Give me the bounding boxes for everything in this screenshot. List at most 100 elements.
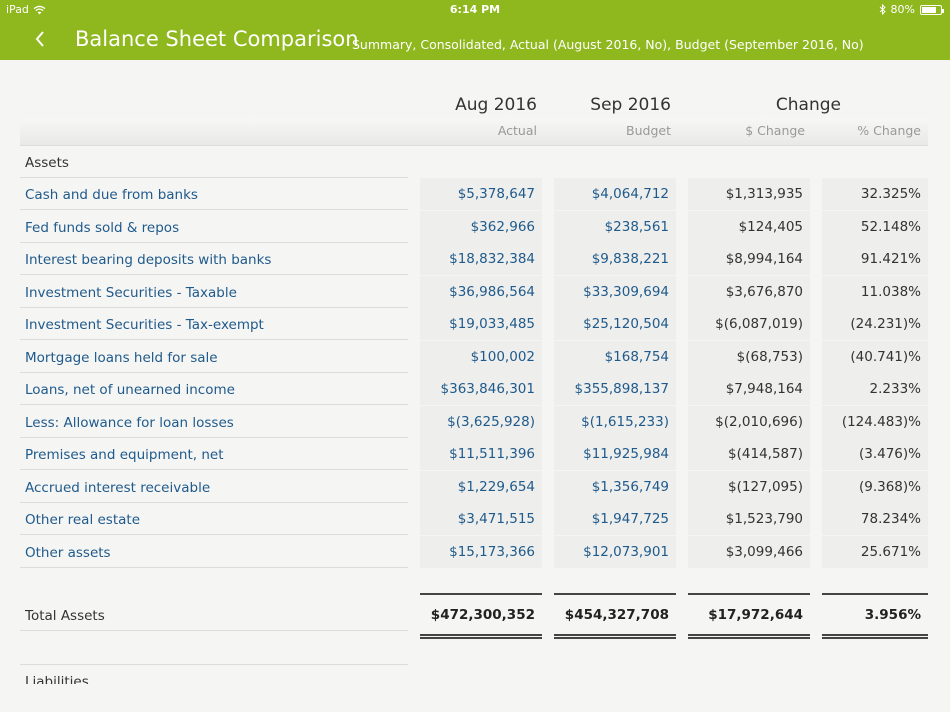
column-header-aug-2016: Aug 2016 <box>455 95 537 115</box>
total-assets-row: Total Assets $472,300,352 $454,327,708 $… <box>20 593 928 639</box>
sep-budget-value[interactable]: $(1,615,233) <box>554 405 676 438</box>
battery-percent: 80% <box>890 3 915 16</box>
percent-change-value: 32.325% <box>822 178 928 210</box>
status-bar: iPad 6:14 PM 80% <box>0 0 950 20</box>
table-row[interactable]: Other real estate $3,471,515 $1,947,725 $1,… <box>20 503 928 535</box>
row-label[interactable]: Fed funds sold & repos <box>25 220 179 236</box>
page-title: Balance Sheet Comparison <box>75 27 359 51</box>
sep-budget-value[interactable]: $25,120,504 <box>554 308 676 340</box>
aug-actual-value[interactable]: $18,832,384 <box>420 243 542 275</box>
sep-budget-value[interactable]: $355,898,137 <box>554 373 676 405</box>
table-row[interactable]: Investment Securities - Taxable $36,986,5… <box>20 275 928 308</box>
row-label[interactable]: Investment Securities - Taxable <box>25 285 237 301</box>
total-rule-top <box>822 593 928 595</box>
battery-level <box>922 6 936 13</box>
percent-change-value: 25.671% <box>822 535 928 568</box>
back-button[interactable] <box>34 24 54 54</box>
dollar-change-value: $(68,753) <box>688 340 810 373</box>
percent-change-value: 11.038% <box>822 275 928 308</box>
row-label[interactable]: Other assets <box>25 545 111 561</box>
section-header-assets: Assets <box>20 146 928 178</box>
percent-change-value: 91.421% <box>822 243 928 275</box>
percent-change-value: (9.368)% <box>822 470 928 503</box>
sep-budget-value[interactable]: $4,064,712 <box>554 178 676 210</box>
aug-actual-value[interactable]: $100,002 <box>420 340 542 373</box>
total-rule-top <box>420 593 542 595</box>
row-label[interactable]: Mortgage loans held for sale <box>25 350 218 366</box>
percent-change-value: 78.234% <box>822 503 928 535</box>
dollar-change-value: $(127,095) <box>688 470 810 503</box>
total-rule-top <box>554 593 676 595</box>
percent-change-value: (24.231)% <box>822 308 928 340</box>
dollar-change-value: $1,523,790 <box>688 503 810 535</box>
table-row[interactable]: Less: Allowance for loan losses $(3,625,9… <box>20 405 928 438</box>
table-row[interactable]: Fed funds sold & repos $362,966 $238,561 $1… <box>20 210 928 243</box>
aug-actual-value[interactable]: $19,033,485 <box>420 308 542 340</box>
aug-actual-value[interactable]: $5,378,647 <box>420 178 542 210</box>
aug-actual-value[interactable]: $3,471,515 <box>420 503 542 535</box>
row-label[interactable]: Less: Allowance for loan losses <box>25 415 234 431</box>
battery-tip <box>942 8 944 13</box>
total-change-value: $17,972,644 <box>708 607 803 623</box>
aug-actual-value[interactable]: $1,229,654 <box>420 470 542 503</box>
sep-budget-value[interactable]: $11,925,984 <box>554 438 676 470</box>
row-label[interactable]: Premises and equipment, net <box>25 447 224 463</box>
table-row[interactable]: Interest bearing deposits with banks $18,… <box>20 243 928 275</box>
dollar-change-value: $(6,087,019) <box>688 308 810 340</box>
dollar-change-value: $(414,587) <box>688 438 810 470</box>
dollar-change-value: $1,313,935 <box>688 178 810 210</box>
dollar-change-value: $3,099,466 <box>688 535 810 568</box>
table-row[interactable]: Premises and equipment, net $11,511,396 $1… <box>20 438 928 470</box>
row-label[interactable]: Cash and due from banks <box>25 187 198 203</box>
total-aug-value: $472,300,352 <box>430 607 535 623</box>
sep-budget-value[interactable]: $1,356,749 <box>554 470 676 503</box>
row-label[interactable]: Interest bearing deposits with banks <box>25 252 271 268</box>
section-header-liabilities: Liabilities <box>20 664 928 684</box>
total-rule-double <box>688 634 810 639</box>
table-row[interactable]: Cash and due from banks $5,378,647 $4,064,… <box>20 178 928 210</box>
chevron-left-icon <box>35 31 44 47</box>
aug-actual-value[interactable]: $362,966 <box>420 210 542 243</box>
column-header-change: Change <box>775 95 841 115</box>
aug-actual-value[interactable]: $363,846,301 <box>420 373 542 405</box>
table-row[interactable]: Accrued interest receivable $1,229,654 $1,… <box>20 470 928 503</box>
sep-budget-value[interactable]: $238,561 <box>554 210 676 243</box>
dollar-change-value: $124,405 <box>688 210 810 243</box>
aug-actual-value[interactable]: $(3,625,928) <box>420 405 542 438</box>
navigation-bar: iPad 6:14 PM 80% Balance Sheet Compariso… <box>0 0 950 60</box>
table-row[interactable]: Mortgage loans held for sale $100,002 $168… <box>20 340 928 373</box>
column-sub-dollar-change: $ Change <box>745 123 805 138</box>
section-label: Assets <box>25 155 69 171</box>
aug-actual-value[interactable]: $11,511,396 <box>420 438 542 470</box>
dollar-change-value: $8,994,164 <box>688 243 810 275</box>
row-divider <box>20 630 408 631</box>
total-rule-double <box>822 634 928 639</box>
table-row[interactable]: Other assets $15,173,366 $12,073,901 $3,099… <box>20 535 928 568</box>
percent-change-value: (3.476)% <box>822 438 928 470</box>
total-sep-value: $454,327,708 <box>564 607 669 623</box>
percent-change-value: 52.148% <box>822 210 928 243</box>
section-label: Liabilities <box>25 674 89 684</box>
dollar-change-value: $(2,010,696) <box>688 405 810 438</box>
total-rule-double <box>554 634 676 639</box>
aug-actual-value[interactable]: $15,173,366 <box>420 535 542 568</box>
aug-actual-value[interactable]: $36,986,564 <box>420 275 542 308</box>
sep-budget-value[interactable]: $1,947,725 <box>554 503 676 535</box>
row-label[interactable]: Accrued interest receivable <box>25 480 210 496</box>
total-rule-top <box>688 593 810 595</box>
sep-budget-value[interactable]: $168,754 <box>554 340 676 373</box>
sep-budget-value[interactable]: $33,309,694 <box>554 275 676 308</box>
percent-change-value: (124.483)% <box>822 405 928 438</box>
row-label[interactable]: Investment Securities - Tax-exempt <box>25 317 264 333</box>
column-sub-percent-change: % Change <box>857 123 921 138</box>
row-label[interactable]: Other real estate <box>25 512 140 528</box>
total-percent-value: 3.956% <box>864 607 921 623</box>
percent-change-value: (40.741)% <box>822 340 928 373</box>
table-row[interactable]: Loans, net of unearned income $363,846,30… <box>20 373 928 405</box>
sep-budget-value[interactable]: $9,838,221 <box>554 243 676 275</box>
column-header-sep-2016: Sep 2016 <box>590 95 671 115</box>
row-label[interactable]: Loans, net of unearned income <box>25 382 235 398</box>
sep-budget-value[interactable]: $12,073,901 <box>554 535 676 568</box>
table-row[interactable]: Investment Securities - Tax-exempt $19,03… <box>20 308 928 340</box>
dollar-change-value: $3,676,870 <box>688 275 810 308</box>
